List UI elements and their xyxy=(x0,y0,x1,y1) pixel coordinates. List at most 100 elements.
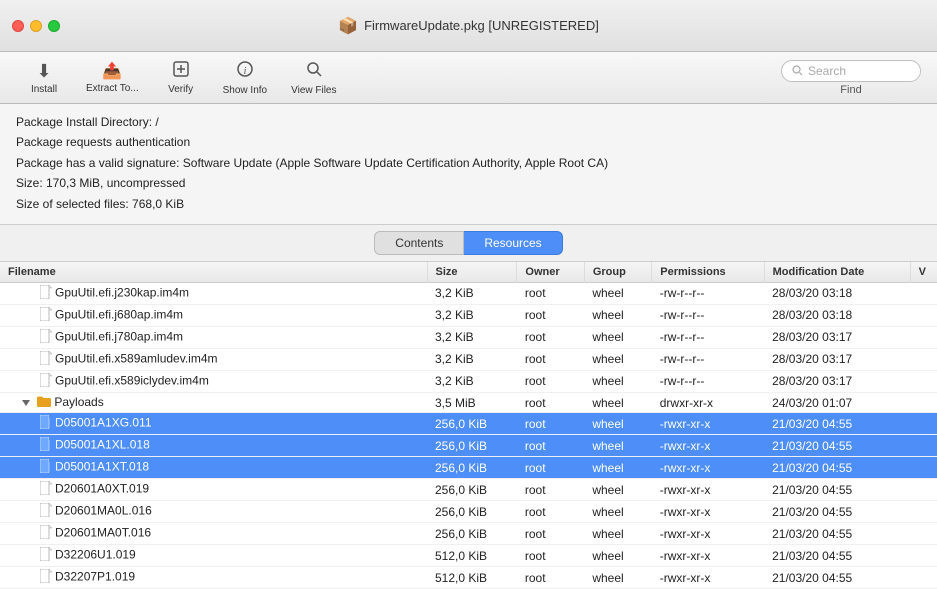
cell-group: wheel xyxy=(584,523,651,545)
table-row[interactable]: Payloads3,5 MiBrootwheeldrwxr-xr-x24/03/… xyxy=(0,392,937,412)
expand-icon[interactable] xyxy=(22,395,35,409)
cell-size: 256,0 KiB xyxy=(427,435,517,457)
cell-owner: root xyxy=(517,326,584,348)
cell-v xyxy=(910,304,937,326)
table-row[interactable]: D20601MA0L.016256,0 KiBrootwheel-rwxr-xr… xyxy=(0,501,937,523)
col-moddate[interactable]: Modification Date xyxy=(764,262,910,283)
cell-group: wheel xyxy=(584,501,651,523)
cell-filename: D05001A1XG.011 xyxy=(0,413,427,435)
tab-bar: Contents Resources xyxy=(0,225,937,262)
cell-permissions: -rw-r--r-- xyxy=(652,370,764,392)
cell-v xyxy=(910,370,937,392)
table-row[interactable]: D05001A1XT.018256,0 KiBrootwheel-rwxr-xr… xyxy=(0,457,937,479)
filename-text: D20601MA0L.016 xyxy=(55,504,152,518)
cell-v xyxy=(910,413,937,435)
cell-v xyxy=(910,567,937,589)
cell-size: 256,0 KiB xyxy=(427,457,517,479)
cell-filename: D20601A0XT.019 xyxy=(0,479,427,501)
cell-owner: root xyxy=(517,545,584,567)
file-icon xyxy=(40,437,52,454)
col-group[interactable]: Group xyxy=(584,262,651,283)
cell-moddate: 28/03/20 03:18 xyxy=(764,304,910,326)
filename-text: D32207P1.019 xyxy=(55,570,135,584)
file-icon xyxy=(40,569,52,586)
info-icon: i xyxy=(236,60,254,83)
table-row[interactable]: D32206U1.019512,0 KiBrootwheel-rwxr-xr-x… xyxy=(0,545,937,567)
folder-icon xyxy=(37,395,51,410)
table-row[interactable]: GpuUtil.efi.x589iclydev.im4m3,2 KiBrootw… xyxy=(0,370,937,392)
window-title: 📦 FirmwareUpdate.pkg [UNREGISTERED] xyxy=(338,16,599,36)
cell-size: 256,0 KiB xyxy=(427,479,517,501)
cell-owner: root xyxy=(517,282,584,304)
cell-v xyxy=(910,457,937,479)
table-row[interactable]: GpuUtil.efi.x589amludev.im4m3,2 KiBrootw… xyxy=(0,348,937,370)
extract-button[interactable]: 📤 Extract To... xyxy=(76,57,149,98)
cell-filename: GpuUtil.efi.j780ap.im4m xyxy=(0,326,427,348)
search-area: Find xyxy=(781,60,921,96)
table-row[interactable]: D05001A1XG.011256,0 KiBrootwheel-rwxr-xr… xyxy=(0,413,937,435)
verify-label: Verify xyxy=(168,84,193,95)
cell-filename: D20601MA0L.016 xyxy=(0,501,427,523)
cell-owner: root xyxy=(517,523,584,545)
file-table-section: Filename Size Owner Group Permissions Mo… xyxy=(0,262,937,589)
filename-text: GpuUtil.efi.x589iclydev.im4m xyxy=(55,374,209,388)
cell-size: 3,2 KiB xyxy=(427,370,517,392)
table-row[interactable]: GpuUtil.efi.j780ap.im4m3,2 KiBrootwheel-… xyxy=(0,326,937,348)
maximize-button[interactable] xyxy=(48,20,60,32)
table-row[interactable]: D20601MA0T.016256,0 KiBrootwheel-rwxr-xr… xyxy=(0,523,937,545)
titlebar: 📦 FirmwareUpdate.pkg [UNREGISTERED] xyxy=(0,0,937,52)
cell-v xyxy=(910,545,937,567)
col-size[interactable]: Size xyxy=(427,262,517,283)
filename-text: D05001A1XG.011 xyxy=(55,416,152,430)
viewfiles-button[interactable]: View Files xyxy=(281,56,346,100)
cell-owner: root xyxy=(517,457,584,479)
file-table-wrap[interactable]: Filename Size Owner Group Permissions Mo… xyxy=(0,262,937,589)
table-row[interactable]: D05001A1XL.018256,0 KiBrootwheel-rwxr-xr… xyxy=(0,435,937,457)
cell-v xyxy=(910,501,937,523)
col-v[interactable]: V xyxy=(910,262,937,283)
table-row[interactable]: D20601A0XT.019256,0 KiBrootwheel-rwxr-xr… xyxy=(0,479,937,501)
cell-moddate: 21/03/20 04:55 xyxy=(764,523,910,545)
cell-size: 512,0 KiB xyxy=(427,545,517,567)
filename-text: D20601MA0T.016 xyxy=(55,526,151,540)
file-icon xyxy=(40,351,52,368)
table-row[interactable]: D32207P1.019512,0 KiBrootwheel-rwxr-xr-x… xyxy=(0,567,937,589)
search-box[interactable] xyxy=(781,60,921,82)
col-permissions[interactable]: Permissions xyxy=(652,262,764,283)
file-icon xyxy=(40,329,52,346)
filename-text: GpuUtil.efi.j680ap.im4m xyxy=(55,308,183,322)
table-row[interactable]: GpuUtil.efi.j680ap.im4m3,2 KiBrootwheel-… xyxy=(0,304,937,326)
table-row[interactable]: GpuUtil.efi.j230kap.im4m3,2 KiBrootwheel… xyxy=(0,282,937,304)
col-filename[interactable]: Filename xyxy=(0,262,427,283)
cell-moddate: 21/03/20 04:55 xyxy=(764,567,910,589)
search-input[interactable] xyxy=(808,64,898,78)
cell-owner: root xyxy=(517,413,584,435)
traffic-lights xyxy=(12,20,60,32)
cell-filename: GpuUtil.efi.x589amludev.im4m xyxy=(0,348,427,370)
verify-button[interactable]: Verify xyxy=(153,56,209,99)
cell-moddate: 21/03/20 04:55 xyxy=(764,435,910,457)
info-line-1: Package Install Directory: / xyxy=(16,112,921,132)
cell-group: wheel xyxy=(584,435,651,457)
install-button[interactable]: ⬇ Install xyxy=(16,57,72,99)
cell-filename: GpuUtil.efi.j230kap.im4m xyxy=(0,282,427,304)
search-icon xyxy=(792,65,803,76)
cell-permissions: -rwxr-xr-x xyxy=(652,435,764,457)
tab-resources[interactable]: Resources xyxy=(464,231,562,255)
file-icon xyxy=(40,525,52,542)
filename-text: Payloads xyxy=(54,395,103,409)
tab-contents[interactable]: Contents xyxy=(374,231,464,255)
cell-moddate: 28/03/20 03:17 xyxy=(764,370,910,392)
minimize-button[interactable] xyxy=(30,20,42,32)
cell-moddate: 21/03/20 04:55 xyxy=(764,413,910,435)
col-owner[interactable]: Owner xyxy=(517,262,584,283)
cell-group: wheel xyxy=(584,457,651,479)
info-line-3: Package has a valid signature: Software … xyxy=(16,153,921,173)
viewfiles-label: View Files xyxy=(291,85,336,96)
cell-v xyxy=(910,282,937,304)
cell-size: 3,2 KiB xyxy=(427,326,517,348)
close-button[interactable] xyxy=(12,20,24,32)
cell-moddate: 21/03/20 04:55 xyxy=(764,479,910,501)
showinfo-button[interactable]: i Show Info xyxy=(213,56,277,100)
filename-text: D05001A1XT.018 xyxy=(55,460,149,474)
